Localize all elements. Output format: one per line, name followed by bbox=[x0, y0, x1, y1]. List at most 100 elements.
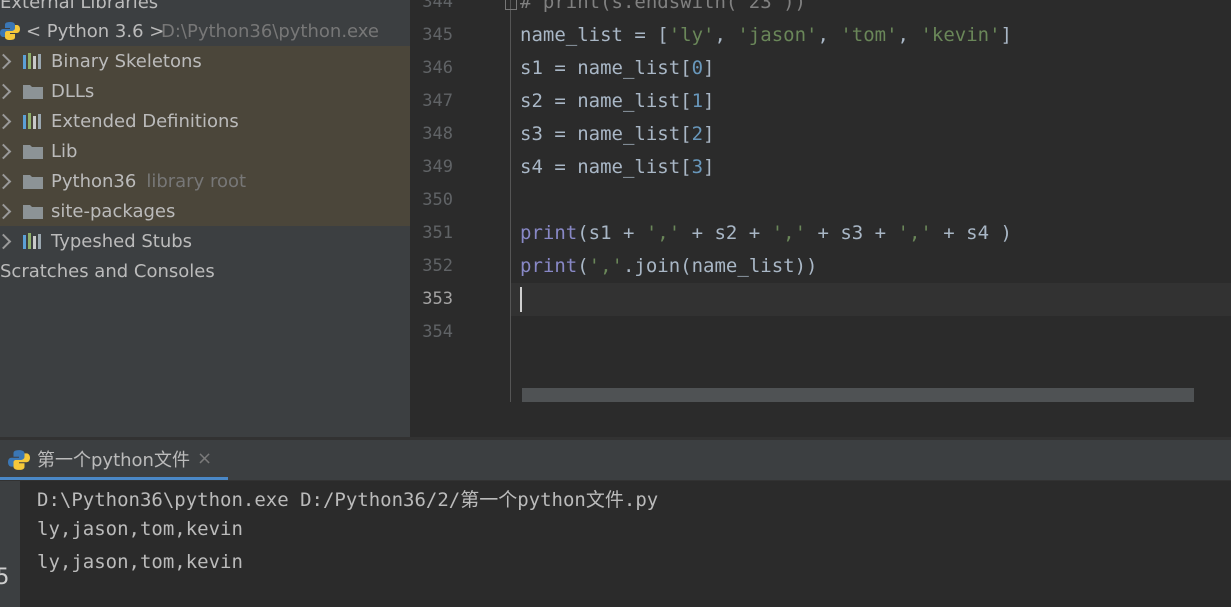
tree-item-site-packages[interactable]: site-packages bbox=[0, 196, 410, 226]
project-panel: External Libraries < Python 3.6 > D:\Pyt… bbox=[0, 0, 410, 437]
tree-item-label: Typeshed Stubs bbox=[51, 230, 193, 252]
run-tab[interactable]: 第一个python文件 × bbox=[0, 440, 228, 480]
chevron-right-icon[interactable] bbox=[0, 83, 12, 99]
fold-marker-icon[interactable] bbox=[505, 0, 517, 10]
gutter-separator bbox=[510, 0, 511, 402]
code-token: + s4 ) bbox=[931, 222, 1012, 244]
code-line-348: s3 = name_list[2] bbox=[520, 123, 715, 145]
scratches-and-consoles-node[interactable]: Scratches and Consoles bbox=[0, 256, 410, 286]
line-number: 354 bbox=[422, 322, 453, 342]
chevron-right-icon[interactable] bbox=[0, 53, 12, 69]
external-libraries-label: External Libraries bbox=[0, 0, 159, 13]
tree-item-lib[interactable]: Lib bbox=[0, 136, 410, 166]
library-icon bbox=[22, 232, 44, 250]
code-token: name_list = [ bbox=[520, 24, 669, 46]
number-token: 1 bbox=[691, 90, 704, 112]
tree-item-extended-definitions[interactable]: Extended Definitions bbox=[0, 106, 410, 136]
tree-item-label: Extended Definitions bbox=[51, 110, 239, 132]
chevron-right-icon[interactable] bbox=[0, 113, 12, 129]
text-caret bbox=[520, 287, 522, 312]
line-number: 351 bbox=[422, 223, 453, 243]
code-token: (s1 + bbox=[577, 222, 646, 244]
folder-icon bbox=[22, 142, 44, 160]
string-token: ',' bbox=[645, 222, 681, 244]
string-token: ',' bbox=[897, 222, 932, 244]
console-toolbar: 5 bbox=[0, 481, 20, 607]
line-number: 345 bbox=[422, 25, 453, 45]
tree-item-label: Python36 library root bbox=[51, 171, 246, 192]
console-output-line: ly,jason,tom,kevin bbox=[37, 518, 243, 540]
run-tab-label: 第一个python文件 bbox=[37, 449, 190, 471]
console-command-line: D:\Python36\python.exe D:/Python36/2/第一个… bbox=[37, 489, 659, 511]
python-logo-icon bbox=[0, 21, 20, 46]
tree-item-label: Binary Skeletons bbox=[51, 50, 202, 72]
folder-icon bbox=[22, 82, 44, 100]
external-libraries-node[interactable]: External Libraries bbox=[0, 0, 410, 17]
code-line-347: s2 = name_list[1] bbox=[520, 90, 715, 112]
line-number: 347 bbox=[422, 91, 453, 111]
chevron-right-icon[interactable] bbox=[0, 173, 12, 189]
code-line-351: print(s1 + ',' + s2 + ',' + s3 + ',' + s… bbox=[520, 217, 1012, 250]
run-console[interactable]: 5 D:\Python36\python.exe D:/Python36/2/第… bbox=[0, 481, 1231, 607]
number-token: 0 bbox=[691, 57, 704, 79]
python-sdk-node[interactable]: < Python 3.6 > D:\Python36\python.exe bbox=[0, 16, 410, 46]
tree-item-label: DLLs bbox=[51, 80, 95, 102]
console-output-line: ly,jason,tom,kevin bbox=[37, 551, 243, 573]
editor-bottom-area bbox=[410, 402, 1231, 437]
current-line-highlight bbox=[511, 283, 1231, 316]
number-token: 3 bbox=[691, 156, 704, 178]
string-token: 'ly' bbox=[668, 24, 715, 46]
chevron-right-icon[interactable] bbox=[0, 203, 12, 219]
line-number-current: 353 bbox=[422, 289, 453, 309]
line-number: 352 bbox=[422, 256, 453, 276]
chevron-right-icon[interactable] bbox=[0, 143, 12, 159]
library-icon bbox=[22, 52, 44, 70]
horizontal-scrollbar[interactable] bbox=[522, 388, 1194, 402]
python-run-icon bbox=[8, 449, 30, 475]
code-editor[interactable]: 344 345 346 347 348 349 350 351 352 353 … bbox=[412, 0, 1231, 402]
code-line-346: s1 = name_list[0] bbox=[520, 57, 715, 79]
string-token: 'tom' bbox=[840, 24, 898, 46]
close-icon[interactable]: × bbox=[197, 448, 212, 469]
console-side-glyph: 5 bbox=[0, 565, 10, 590]
string-token: ',' bbox=[588, 255, 623, 277]
tree-item-typeshed-stubs[interactable]: Typeshed Stubs bbox=[0, 226, 410, 256]
code-token: + s3 + bbox=[806, 222, 898, 244]
folder-icon bbox=[22, 172, 44, 190]
line-number: 349 bbox=[422, 157, 453, 177]
scratches-label: Scratches and Consoles bbox=[0, 260, 215, 282]
code-line-352: print(','.join(name_list)) bbox=[520, 255, 818, 277]
line-number: 346 bbox=[422, 58, 453, 78]
code-token: s4 = name_list[ bbox=[520, 156, 692, 178]
tree-item-dlls[interactable]: DLLs bbox=[0, 76, 410, 106]
string-token: 'jason' bbox=[737, 24, 818, 46]
line-number: 348 bbox=[422, 124, 453, 144]
python-sdk-path: D:\Python36\python.exe bbox=[161, 20, 379, 42]
code-token: s3 = name_list[ bbox=[520, 123, 692, 145]
tree-item-label: Lib bbox=[51, 140, 78, 162]
line-number: 344 bbox=[422, 0, 453, 12]
library-icon bbox=[22, 112, 44, 130]
number-token: 2 bbox=[691, 123, 704, 145]
code-token: .join(name_list)) bbox=[622, 255, 818, 277]
tree-item-label: site-packages bbox=[51, 200, 176, 222]
library-root-note: library root bbox=[146, 170, 247, 192]
tree-item-python36[interactable]: Python36 library root bbox=[0, 166, 410, 196]
string-token: ',' bbox=[771, 222, 807, 244]
code-line-344: # print(s.endswith('23')) bbox=[520, 0, 806, 13]
builtin-token: print bbox=[520, 255, 578, 277]
tree-item-name: Python36 bbox=[51, 170, 137, 192]
folder-icon bbox=[22, 202, 44, 220]
code-line-345: name_list = ['ly', 'jason', 'tom', 'kevi… bbox=[520, 24, 1012, 46]
code-line-349: s4 = name_list[3] bbox=[520, 156, 715, 178]
run-tool-window-header: 第一个python文件 × bbox=[0, 440, 1231, 481]
chevron-right-icon[interactable] bbox=[0, 233, 12, 249]
string-token: 'kevin' bbox=[920, 24, 1001, 46]
builtin-token: print bbox=[520, 222, 578, 244]
code-token: s2 = name_list[ bbox=[520, 90, 692, 112]
line-number: 350 bbox=[422, 190, 453, 210]
tree-item-binary-skeletons[interactable]: Binary Skeletons bbox=[0, 46, 410, 76]
code-token: + s2 + bbox=[680, 222, 772, 244]
python-sdk-label: < Python 3.6 > bbox=[26, 20, 165, 42]
code-token: s1 = name_list[ bbox=[520, 57, 692, 79]
